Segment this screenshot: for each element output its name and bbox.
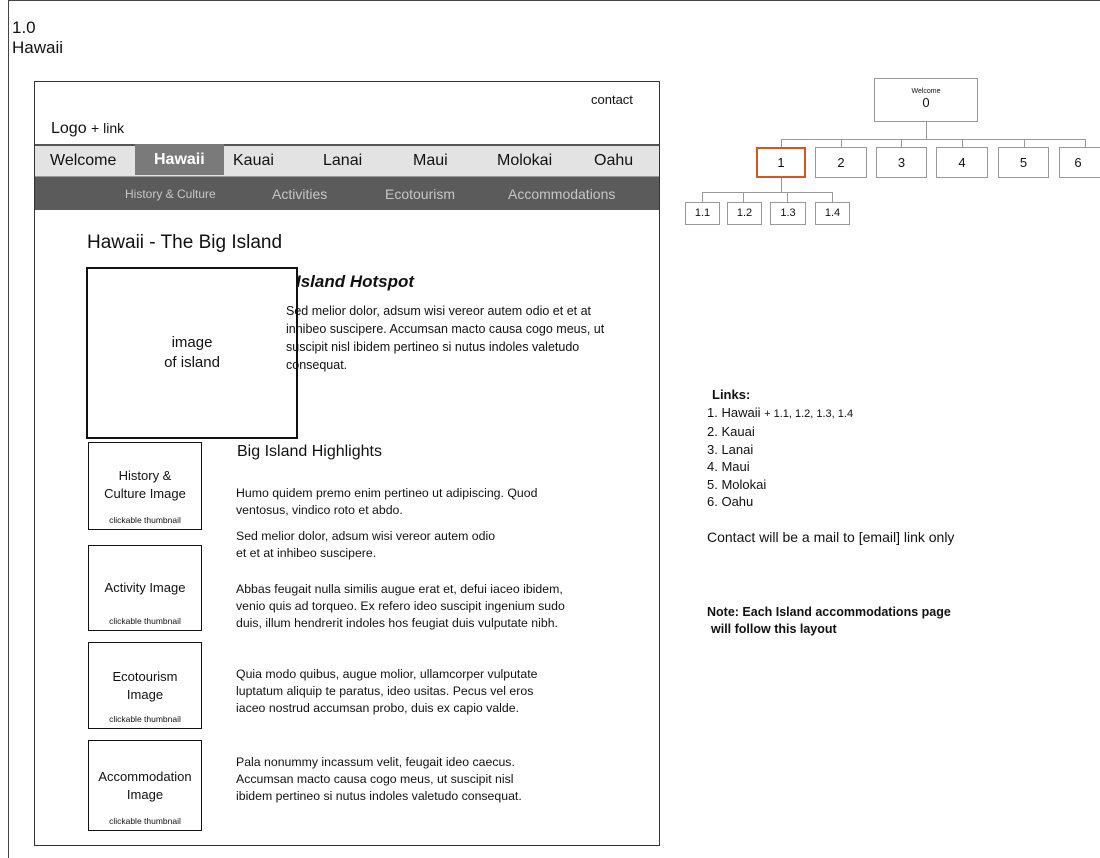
thumbnail-caption: clickable thumbnail [109,816,181,826]
thumbnail-ecotourism[interactable]: Ecotourism Image clickable thumbnail [88,642,202,729]
hotspot-heading: Island Hotspot [296,272,415,291]
thumbnail-activity[interactable]: Activity Image clickable thumbnail [88,545,202,631]
nav-item-oahu[interactable]: Oahu [594,152,633,170]
sitemap-node-1-1: 1.1 [685,202,720,225]
sitemap-node-3: 3 [876,147,927,178]
sitemap-connector [781,139,1086,140]
links-item-label: 1. Hawaii [707,404,761,420]
highlight-paragraph: Humo quidem premo enim pertineo ut adipi… [236,486,538,517]
page-name: Hawaii [12,38,64,57]
sitemap-node-2: 2 [815,147,867,178]
highlight-paragraph: Pala nonummy incassum velit, feugait ide… [236,755,522,803]
sitemap-connector [962,139,963,147]
nav-item-maui[interactable]: Maui [413,152,448,170]
nav-item-kauai[interactable]: Kauai [233,152,274,170]
logo-link[interactable]: Logo + link [51,120,124,138]
layout-note-line: will follow this layout [711,622,837,636]
links-item: 4. Maui [707,459,750,474]
sitemap-connector [926,122,927,139]
links-heading: Links: [712,387,751,402]
subnav-item-ecotourism[interactable]: Ecotourism [385,186,455,202]
links-item: 6. Oahu [707,494,754,509]
subnav-item-accommodations[interactable]: Accommodations [508,186,615,202]
links-item: 2. Kauai [707,424,755,439]
thumbnail-history-culture[interactable]: History & Culture Image clickable thumbn… [88,442,202,530]
sitemap-node-1: 1 [756,147,806,178]
nav-item-welcome[interactable]: Welcome [50,152,116,170]
subnav-item-history-culture[interactable]: History & Culture [125,187,216,201]
thumbnail-label: Accommodation [98,769,192,784]
sitemap-connector [702,192,833,193]
highlight-paragraph: Abbas feugait nulla similis augue erat e… [236,582,565,630]
thumbnail-label: History & [118,468,172,483]
sitemap-connector [702,192,703,202]
thumbnail-label: Activity Image [104,580,186,595]
sitemap-connector [781,178,782,192]
thumbnail-caption: clickable thumbnail [109,714,181,724]
highlights-heading: Big Island Highlights [237,443,382,460]
sitemap-connector [832,192,833,202]
island-image-placeholder: image of island [86,267,298,439]
frame-top-border [8,0,1100,1]
links-item: 5. Molokai [707,476,767,492]
page-identifier: 1.0 Hawaii [12,18,63,58]
sitemap-node-6-label: 6 [1074,155,1082,170]
thumbnail-label: Image [126,687,164,702]
island-image-label-1: image [171,334,213,351]
sitemap-node-number: 0 [922,95,930,110]
island-image-label-2: of island [164,354,220,371]
thumbnail-label: Culture Image [104,486,186,501]
nav-item-lanai[interactable]: Lanai [323,152,362,170]
sitemap-connector [901,139,902,147]
contact-link[interactable]: contact [591,92,633,107]
subnav-item-activities[interactable]: Activities [272,186,327,202]
links-item-hawaii: 1. Hawaii + 1.1, 1.2, 1.3, 1.4 [707,404,853,424]
main-nav: Welcome Hawaii Kauai Lanai Maui Molokai … [35,144,659,177]
nav-item-molokai[interactable]: Molokai [497,152,552,170]
links-item: 3. Lanai [707,441,754,457]
sitemap-connector [1024,139,1025,147]
highlight-paragraph: Quia modo quibus, augue molior, ullamcor… [236,667,538,715]
sitemap-connector [1085,139,1086,147]
sitemap-node-root: Welcome 0 [874,78,978,122]
thumbnail-caption: clickable thumbnail [109,515,181,525]
hotspot-text: Sed melior dolor, adsum wisi vereor aute… [286,304,605,372]
nav-item-hawaii[interactable]: Hawaii [135,144,224,175]
links-item-hawaii-suffix: + 1.1, 1.2, 1.3, 1.4 [764,407,854,420]
layout-note-line: Note: Each Island accommodations page [707,605,951,619]
sitemap-node-1-4: 1.4 [815,202,850,225]
links-list: Links: 1. Hawaii + 1.1, 1.2, 1.3, 1.4 2.… [707,386,853,511]
thumbnail-label: Ecotourism [112,669,178,684]
contact-note: Contact will be a mail to [email] link o… [707,529,955,545]
sitemap-node-label: Welcome [911,88,941,95]
sitemap-connector [781,139,782,147]
sitemap-connector [841,139,842,147]
logo-text: Logo [51,120,87,137]
frame-left-border [8,0,9,858]
highlight-paragraph: Sed melior dolor, adsum wisi vereor aute… [236,529,496,560]
logo-suffix: + link [91,120,125,136]
sitemap-node-5: 5 [998,147,1049,178]
thumbnail-label: Image [126,787,164,802]
sitemap-node-4: 4 [936,147,988,178]
sitemap-node-1-3: 1.3 [770,202,806,225]
thumbnail-accommodation[interactable]: Accommodation Image clickable thumbnail [88,740,202,831]
sitemap-connector [743,192,744,202]
sitemap-node-6: 6 [1059,147,1100,178]
page-number: 1.0 [12,18,36,37]
sub-nav: History & Culture Activities Ecotourism … [35,177,659,210]
sitemap-node-1-2: 1.2 [727,202,762,225]
sitemap-connector [787,192,788,202]
thumbnail-caption: clickable thumbnail [109,616,181,626]
layout-note: Note: Each Island accommodations page wi… [707,604,951,638]
wireframe-page: contact Logo + link Welcome Hawaii Kauai… [34,81,660,846]
page-title: Hawaii - The Big Island [87,232,283,253]
